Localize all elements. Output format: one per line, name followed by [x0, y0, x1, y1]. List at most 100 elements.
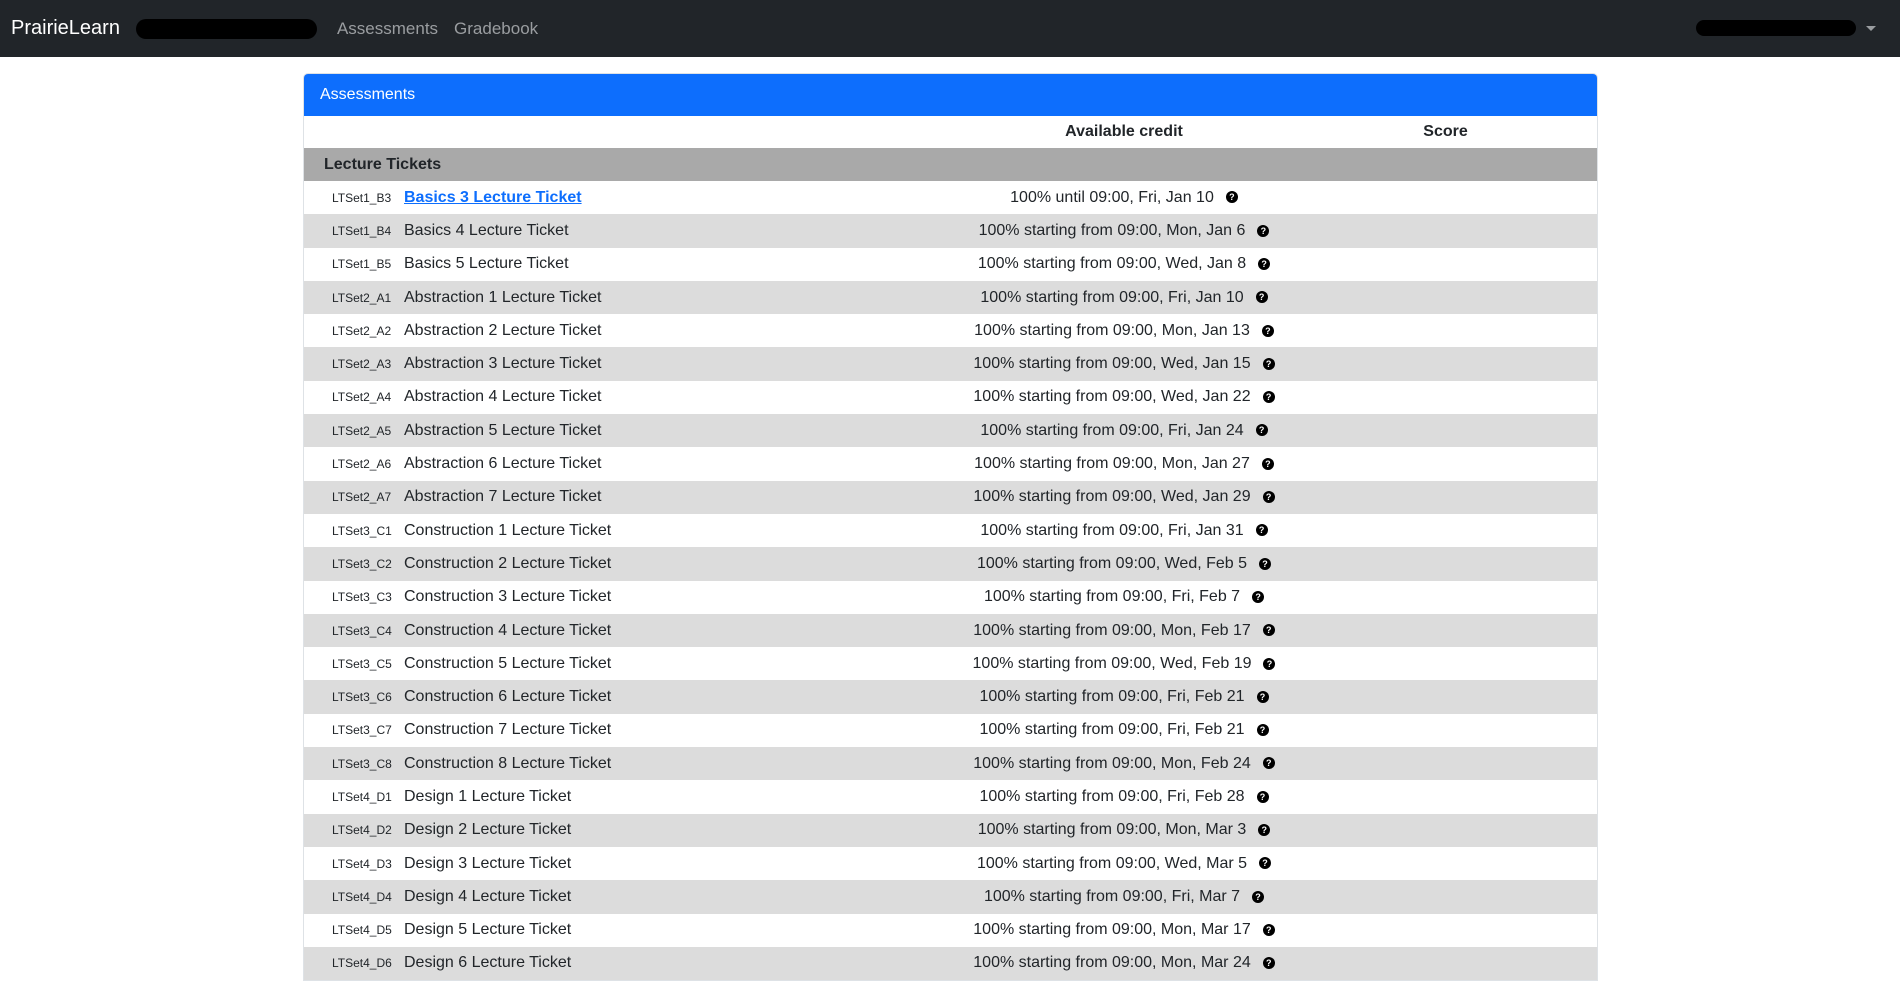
group-label: Lecture Tickets: [304, 148, 1597, 181]
course-name-redacted[interactable]: [135, 18, 317, 39]
assessment-label: LTSet2_A4: [332, 390, 392, 405]
nav-link-assessments[interactable]: Assessments: [337, 19, 438, 39]
assessment-title: Construction 6 Lecture Ticket: [404, 688, 612, 706]
assessment-title: Design 3 Lecture Ticket: [404, 854, 572, 872]
question-circle-icon[interactable]: ?: [1263, 657, 1276, 670]
available-credit-text: 100% starting from 09:00, Fri, Mar 7: [983, 887, 1241, 905]
question-circle-icon[interactable]: ?: [1262, 357, 1275, 370]
table-row: LTSet2_A1 Abstraction 1 Lecture Ticket 100…: [304, 280, 1597, 315]
score-cell: [1294, 580, 1597, 614]
assessment-name-cell: LTSet4_D4 Design 4 Lecture Ticket: [304, 880, 954, 914]
available-credit-text: 100% starting from 09:00, Fri, Feb 21: [979, 688, 1245, 706]
assessment-title: Construction 4 Lecture Ticket: [404, 621, 612, 639]
assessment-name-cell: LTSet2_A1 Abstraction 1 Lecture Ticket: [304, 280, 954, 315]
question-circle-icon[interactable]: ?: [1258, 258, 1271, 270]
assessment-label: LTSet2_A5: [332, 423, 392, 438]
assessment-title: Abstraction 6 Lecture Ticket: [404, 455, 602, 473]
available-credit-text: 100% starting from 09:00, Wed, Jan 15: [973, 355, 1251, 373]
question-circle-icon[interactable]: ?: [1262, 923, 1275, 936]
question-circle-icon[interactable]: ?: [1262, 957, 1275, 970]
question-circle-icon[interactable]: ?: [1255, 424, 1268, 437]
table-header-row: Available credit Score: [304, 116, 1597, 148]
assessment-name-cell: LTSet2_A6 Abstraction 6 Lecture Ticket: [304, 447, 954, 481]
assessment-name-cell: LTSet4_D5 Design 5 Lecture Ticket: [304, 913, 954, 947]
assessment-name-cell: LTSet1_B3 Basics 3 Lecture Ticket: [304, 181, 954, 215]
available-credit-cell: 100% starting from 09:00, Mon, Feb 24?: [954, 747, 1294, 781]
table-row: LTSet2_A6 Abstraction 6 Lecture Ticket 100…: [304, 447, 1597, 481]
assessment-label: LTSet2_A6: [332, 457, 392, 472]
question-circle-icon[interactable]: ?: [1256, 690, 1269, 703]
assessment-title: Construction 7 Lecture Ticket: [404, 721, 612, 739]
assessment-title-link[interactable]: Basics 3 Lecture Ticket: [404, 189, 582, 206]
assessment-name-cell: LTSet3_C4 Construction 4 Lecture Ticket: [304, 613, 954, 648]
question-circle-icon[interactable]: ?: [1258, 824, 1271, 837]
table-row: LTSet1_B4 Basics 4 Lecture Ticket 100% sta…: [304, 214, 1597, 248]
question-circle-icon[interactable]: ?: [1257, 224, 1270, 237]
assessment-title: Abstraction 5 Lecture Ticket: [404, 421, 602, 439]
assessment-title: Construction 8 Lecture Ticket: [404, 754, 612, 772]
assessment-title: Abstraction 1 Lecture Ticket: [404, 288, 602, 306]
available-credit-text: 100% starting from 09:00, Mon, Jan 6: [978, 221, 1246, 239]
available-credit-text: 100% starting from 09:00, Mon, Feb 17: [973, 621, 1251, 639]
assessment-title: Abstraction 4 Lecture Ticket: [404, 388, 602, 406]
table-row: LTSet2_A3 Abstraction 3 Lecture Ticket 100…: [304, 347, 1597, 381]
question-circle-icon[interactable]: ?: [1225, 191, 1238, 204]
question-circle-icon[interactable]: ?: [1256, 790, 1269, 803]
table-row: LTSet3_C7 Construction 7 Lecture Ticket 10…: [304, 713, 1597, 748]
nav-link-gradebook[interactable]: Gradebook: [454, 19, 538, 39]
available-credit-cell: 100% starting from 09:00, Wed, Mar 5?: [954, 846, 1294, 881]
question-circle-icon[interactable]: ?: [1255, 291, 1268, 304]
available-credit-cell: 100% starting from 09:00, Fri, Jan 31?: [954, 513, 1294, 548]
score-cell: [1294, 780, 1597, 814]
question-circle-icon[interactable]: ?: [1262, 491, 1275, 504]
table-row: LTSet3_C6 Construction 6 Lecture Ticket 10…: [304, 680, 1597, 714]
available-credit-text: 100% starting from 09:00, Fri, Jan 31: [980, 521, 1244, 539]
assessment-name-cell: LTSet2_A5 Abstraction 5 Lecture Ticket: [304, 414, 954, 448]
score-cell: [1294, 380, 1597, 415]
available-credit-cell: 100% starting from 09:00, Fri, Feb 21?: [954, 713, 1294, 748]
assessment-name-cell: LTSet3_C1 Construction 1 Lecture Ticket: [304, 513, 954, 548]
question-circle-icon[interactable]: ?: [1262, 757, 1275, 770]
available-credit-text: 100% starting from 09:00, Fri, Jan 10: [980, 288, 1244, 306]
assessment-name-cell: LTSet3_C7 Construction 7 Lecture Ticket: [304, 713, 954, 748]
question-circle-icon[interactable]: ?: [1262, 391, 1275, 404]
score-cell: [1294, 846, 1597, 881]
available-credit-cell: 100% starting from 09:00, Fri, Feb 28?: [954, 780, 1294, 814]
question-circle-icon[interactable]: ?: [1259, 857, 1272, 870]
assessment-title: Construction 5 Lecture Ticket: [404, 654, 612, 672]
brand-logo[interactable]: PrairieLearn: [11, 17, 120, 40]
assessment-title: Abstraction 3 Lecture Ticket: [404, 355, 602, 373]
available-credit-text: 100% starting from 09:00, Wed, Mar 5: [976, 854, 1248, 872]
available-credit-cell: 100% starting from 09:00, Mon, Mar 24?: [954, 946, 1294, 981]
assessment-name-cell: LTSet2_A3 Abstraction 3 Lecture Ticket: [304, 347, 954, 381]
assessment-label: LTSet3_C1: [332, 523, 392, 538]
chevron-down-icon: [1866, 25, 1876, 31]
available-credit-text: 100% starting from 09:00, Fri, Feb 7: [983, 588, 1241, 606]
assessment-name-cell: LTSet1_B5 Basics 5 Lecture Ticket: [304, 247, 954, 281]
score-cell: [1294, 280, 1597, 315]
question-circle-icon[interactable]: ?: [1255, 524, 1268, 537]
assessment-title: Abstraction 7 Lecture Ticket: [404, 488, 602, 506]
available-credit-text: 100% starting from 09:00, Wed, Jan 8: [977, 255, 1247, 273]
assessment-name-cell: LTSet3_C3 Construction 3 Lecture Ticket: [304, 580, 954, 614]
score-cell: [1294, 680, 1597, 714]
score-cell: [1294, 547, 1597, 581]
user-menu-dropdown[interactable]: [1696, 20, 1876, 36]
question-circle-icon[interactable]: ?: [1261, 324, 1274, 337]
question-circle-icon[interactable]: ?: [1256, 724, 1269, 737]
question-circle-icon[interactable]: ?: [1252, 590, 1265, 603]
assessment-label: LTSet4_D2: [332, 823, 392, 838]
question-circle-icon[interactable]: ?: [1261, 457, 1274, 470]
assessment-label: LTSet4_D4: [332, 889, 392, 904]
assessment-name-cell: LTSet4_D3 Design 3 Lecture Ticket: [304, 846, 954, 881]
question-circle-icon[interactable]: ?: [1252, 890, 1265, 903]
question-circle-icon[interactable]: ?: [1259, 557, 1272, 570]
user-name-redacted: [1696, 20, 1856, 36]
table-row: LTSet3_C3 Construction 3 Lecture Ticket 10…: [304, 580, 1597, 614]
assessment-label: LTSet2_A2: [332, 323, 392, 338]
assessment-label: LTSet3_C5: [332, 656, 392, 671]
question-circle-icon[interactable]: ?: [1262, 624, 1275, 637]
table-row: LTSet2_A7 Abstraction 7 Lecture Ticket 100…: [304, 480, 1597, 514]
score-cell: [1294, 913, 1597, 947]
score-cell: [1294, 880, 1597, 914]
